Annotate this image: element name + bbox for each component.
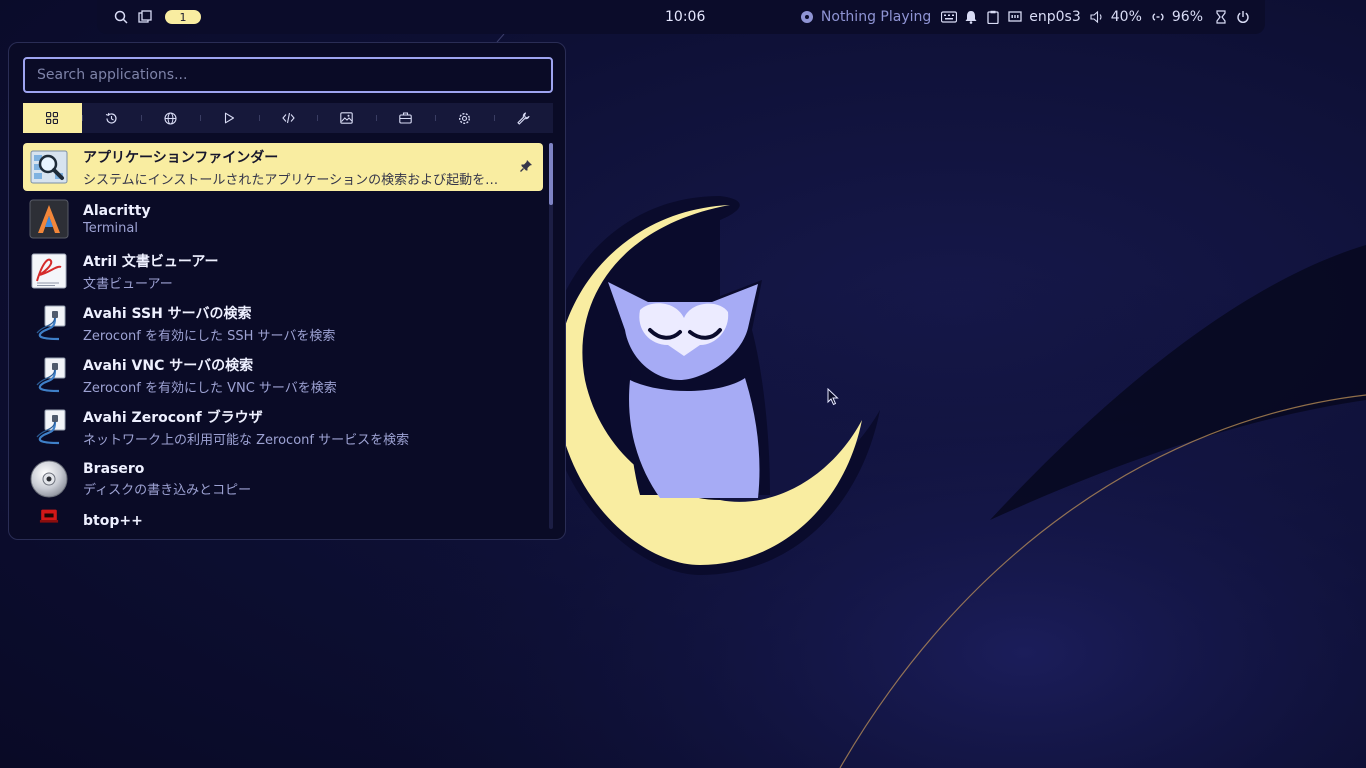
briefcase-icon: [399, 112, 413, 124]
app-description: システムにインストールされたアプリケーションの検索および起動を…: [83, 172, 499, 188]
list-item[interactable]: Alacritty Terminal: [23, 195, 543, 243]
globe-icon: [164, 111, 177, 125]
category-development[interactable]: [258, 103, 318, 133]
category-system[interactable]: [494, 103, 553, 133]
category-multimedia[interactable]: [199, 103, 259, 133]
app-name: Avahi Zeroconf ブラウザ: [83, 409, 263, 426]
category-recent[interactable]: [81, 103, 141, 133]
wrench-icon: [517, 111, 530, 125]
list-item[interactable]: アプリケーションファインダー システムにインストールされたアプリケーションの検索…: [23, 143, 543, 191]
app-name: Avahi SSH サーバの検索: [83, 305, 252, 322]
search-icon[interactable]: [113, 9, 129, 25]
gear-icon: [459, 112, 471, 124]
app-name: アプリケーションファインダー: [83, 149, 279, 166]
app-name: Alacritty: [83, 202, 151, 219]
network-plug-icon: [36, 357, 66, 393]
disc-icon: [30, 460, 68, 498]
hourglass-icon[interactable]: [1213, 9, 1229, 25]
list-item[interactable]: btop++: [23, 507, 543, 529]
search-input[interactable]: [23, 57, 553, 93]
workspace-badge[interactable]: 1: [165, 10, 201, 24]
media-icon: [799, 9, 815, 25]
category-internet[interactable]: [140, 103, 200, 133]
network-plug-icon: [36, 409, 66, 445]
volume-level[interactable]: 40%: [1111, 9, 1142, 25]
clock[interactable]: 10:06: [665, 0, 705, 34]
alacritty-icon: [29, 199, 69, 239]
atril-icon: [31, 253, 67, 289]
media-status[interactable]: Nothing Playing: [821, 9, 931, 25]
app-description: Zeroconf を有効にした SSH サーバを検索: [83, 328, 336, 344]
image-icon: [340, 112, 354, 124]
list-item[interactable]: Brasero ディスクの書き込みとコピー: [23, 455, 543, 503]
code-icon: [281, 112, 295, 124]
clipboard-icon[interactable]: [985, 9, 1001, 25]
app-launcher: アプリケーションファインダー システムにインストールされたアプリケーションの検索…: [8, 42, 566, 540]
app-name: Brasero: [83, 460, 145, 477]
keyboard-icon[interactable]: [941, 9, 958, 25]
play-icon: [225, 112, 235, 124]
app-name: btop++: [83, 513, 143, 529]
bell-icon[interactable]: [963, 9, 979, 25]
scroll-thumb[interactable]: [549, 143, 553, 205]
ethernet-icon: [1007, 9, 1023, 25]
app-name: Avahi VNC サーバの検索: [83, 357, 254, 374]
app-description: Terminal: [83, 220, 138, 236]
grid-icon: [46, 112, 59, 124]
app-description: ネットワーク上の利用可能な Zeroconf サービスを検索: [83, 432, 410, 448]
history-icon: [105, 112, 117, 124]
category-office[interactable]: [376, 103, 435, 133]
mouse-cursor-icon: [827, 388, 839, 406]
list-item[interactable]: Avahi SSH サーバの検索 Zeroconf を有効にした SSH サーバ…: [23, 299, 543, 347]
top-bar: 1 10:06 Nothing Playing enp0s3 40% 96%: [97, 0, 1265, 34]
scrollbar[interactable]: [549, 143, 553, 529]
pin-icon[interactable]: [519, 159, 533, 173]
list-item[interactable]: Atril 文書ビューアー 文書ビューアー: [23, 247, 543, 295]
app-description: 文書ビューアー: [83, 276, 173, 292]
app-description: Zeroconf を有効にした VNC サーバを検索: [83, 380, 337, 396]
volume-icon[interactable]: [1089, 9, 1105, 25]
network-plug-icon: [36, 305, 66, 341]
app-list: アプリケーションファインダー システムにインストールされたアプリケーションの検索…: [23, 143, 543, 529]
battery-level[interactable]: 96%: [1172, 9, 1203, 25]
link-icon: [1150, 9, 1166, 25]
category-settings[interactable]: [435, 103, 494, 133]
category-all[interactable]: [23, 103, 82, 133]
list-item[interactable]: Avahi Zeroconf ブラウザ ネットワーク上の利用可能な Zeroco…: [23, 403, 543, 451]
power-icon[interactable]: [1235, 9, 1251, 25]
category-graphics[interactable]: [317, 103, 376, 133]
overview-icon[interactable]: [137, 9, 153, 25]
network-label[interactable]: enp0s3: [1029, 9, 1080, 25]
category-bar: [23, 103, 553, 133]
btop-icon: [39, 509, 59, 523]
app-description: ディスクの書き込みとコピー: [83, 482, 252, 498]
list-item[interactable]: Avahi VNC サーバの検索 Zeroconf を有効にした VNC サーバ…: [23, 351, 543, 399]
app-finder-icon: [30, 150, 68, 184]
app-name: Atril 文書ビューアー: [83, 253, 219, 270]
